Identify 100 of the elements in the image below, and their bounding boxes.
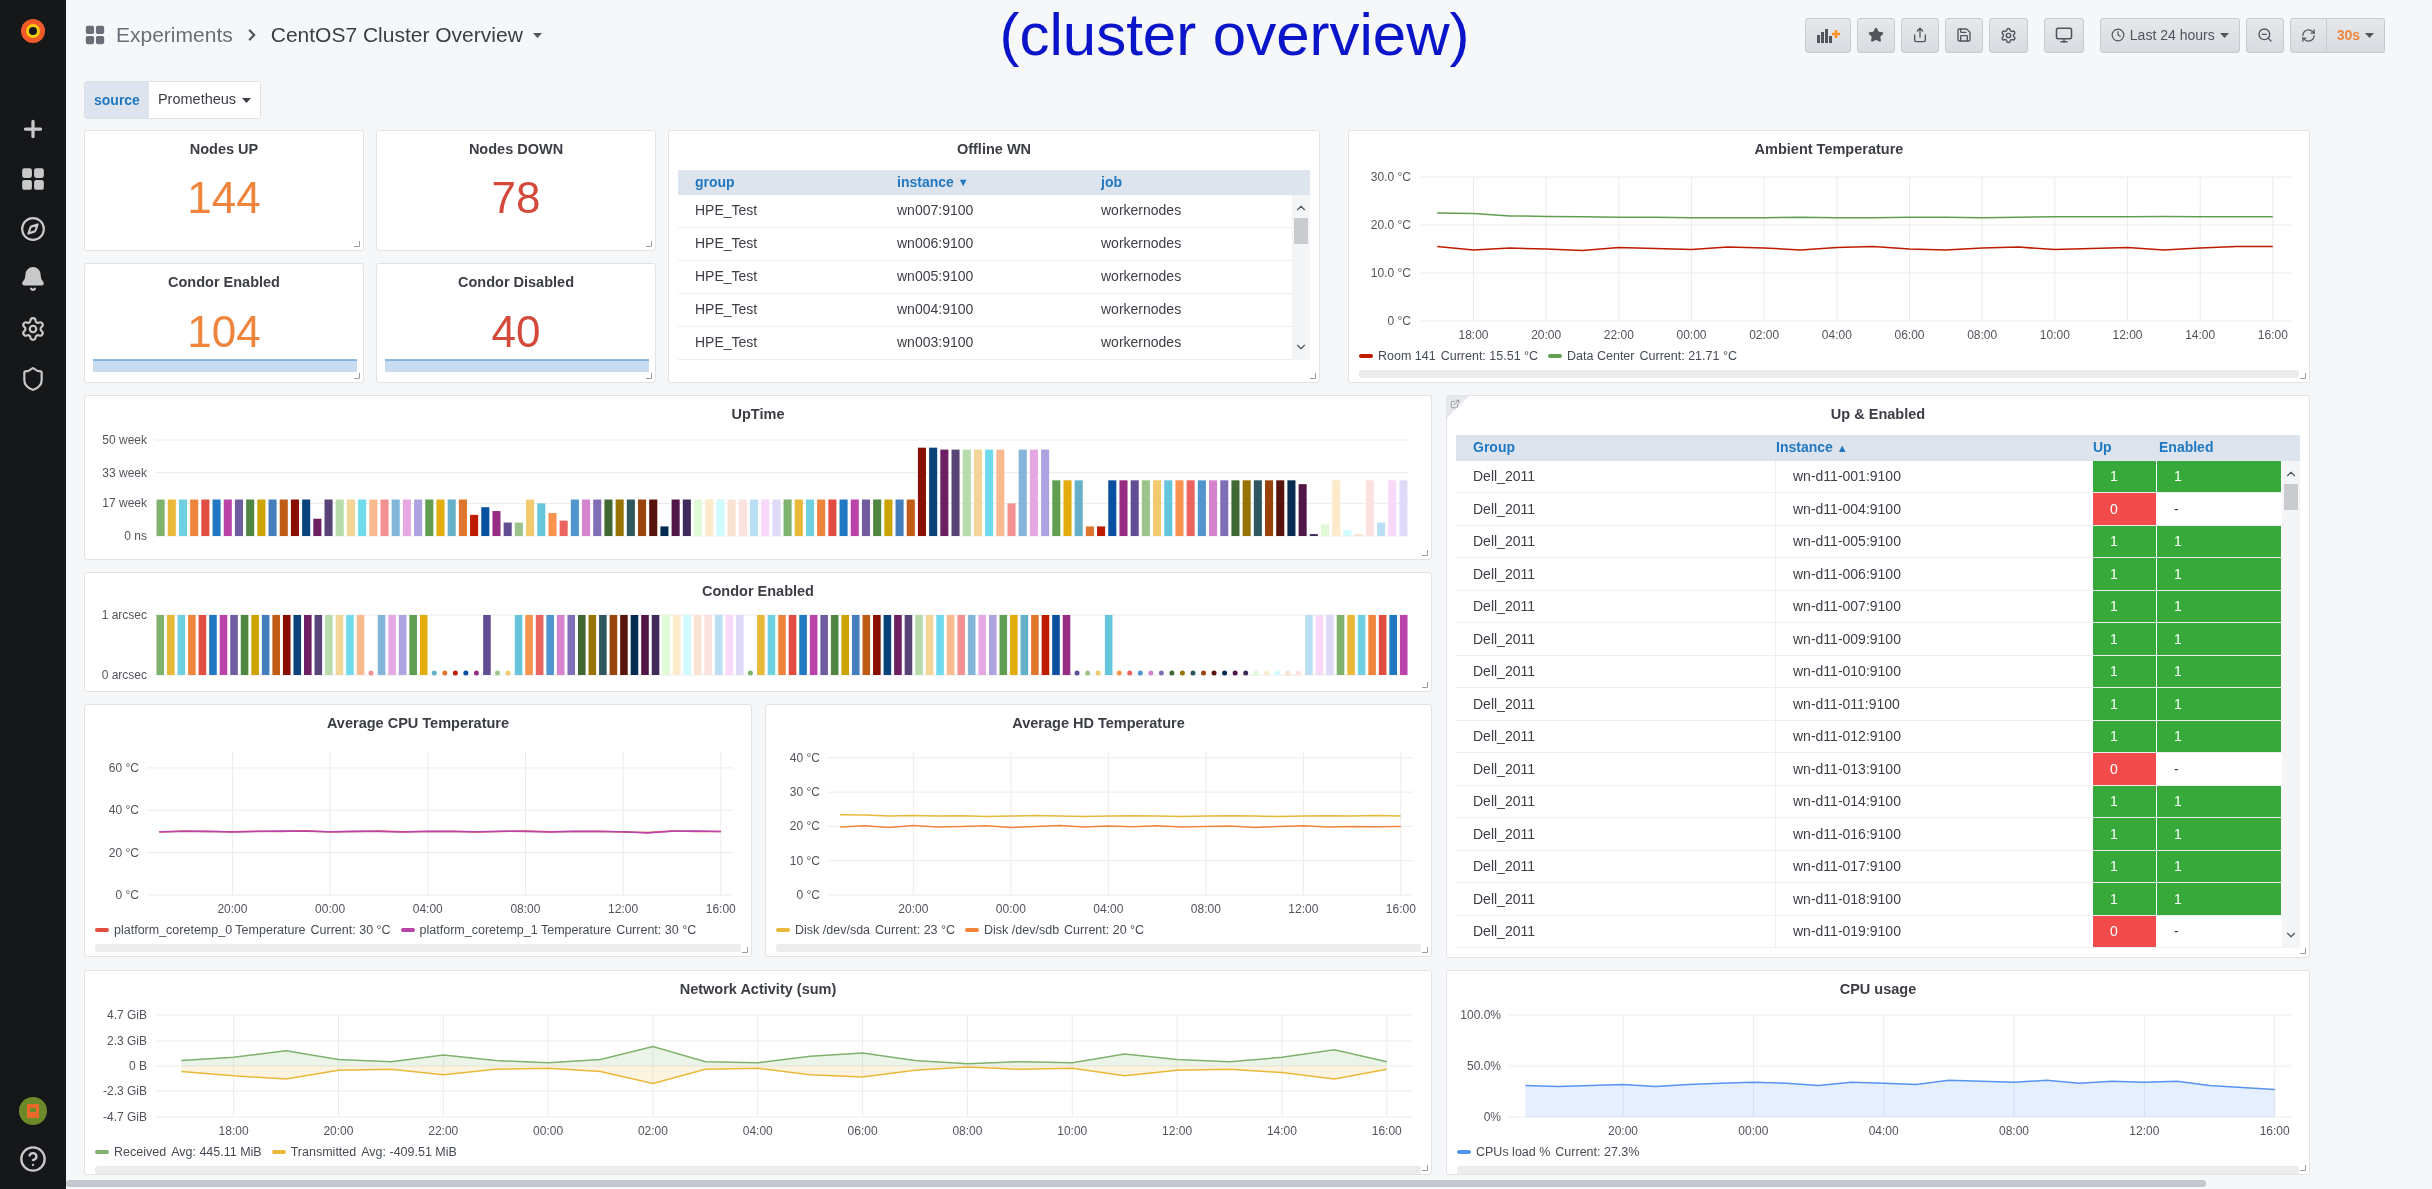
axis-label: 12:00 bbox=[2129, 1123, 2160, 1138]
table-cell-text: HPE_Test bbox=[695, 267, 759, 287]
axis-label: 0 arcsec bbox=[101, 667, 147, 682]
axis-label: 18:00 bbox=[1458, 327, 1489, 342]
table-cell-text: wn-d11-016:9100 bbox=[1792, 824, 1902, 844]
table-cell-text: HPE_Test bbox=[695, 201, 759, 221]
table-cell-text: wn003:9100 bbox=[897, 333, 975, 353]
axis-label: 02:00 bbox=[637, 1123, 668, 1138]
axis-label: 20:00 bbox=[1531, 327, 1562, 342]
axis-label: -4.7 GiB bbox=[103, 1109, 147, 1124]
axis-label: 20:00 bbox=[217, 901, 248, 916]
status-cell: 1 bbox=[2157, 720, 2281, 753]
table-cell-text: wn-d11-007:9100 bbox=[1792, 597, 1902, 616]
axis-label: 18:00 bbox=[218, 1123, 249, 1138]
axis-label: 1 arcsec bbox=[101, 607, 147, 622]
table-cell: Dell_2011 bbox=[1456, 883, 1776, 915]
table-cell-text: wn-d11-001:9100 bbox=[1792, 467, 1902, 486]
table-cell-text: HPE_Test bbox=[695, 333, 759, 353]
table-cell: Dell_2011 bbox=[1456, 460, 1776, 493]
status-cell: 1 bbox=[2157, 558, 2281, 590]
axis-label: 08:00 bbox=[510, 901, 541, 916]
legend-value: Current: 20 °C bbox=[1064, 921, 1145, 939]
table-cell: Dell_2011 bbox=[1456, 558, 1776, 590]
axis-label: 02:00 bbox=[1749, 327, 1780, 342]
table-cell-text: wn005:9100 bbox=[897, 267, 975, 287]
axis-label: 20 °C bbox=[108, 845, 139, 860]
table-cell: Dell_2011 bbox=[1456, 493, 1776, 525]
axis-label: 0 B bbox=[129, 1058, 147, 1073]
axis-label: 0 °C bbox=[796, 887, 820, 902]
table-cell: Dell_2011 bbox=[1456, 850, 1776, 883]
table-cell-text: wn-d11-018:9100 bbox=[1792, 889, 1902, 909]
variable-label: source bbox=[85, 82, 149, 118]
axis-label: 00:00 bbox=[995, 901, 1026, 916]
legend-value: Current: 30 °C bbox=[310, 921, 391, 939]
axis-label: 12:00 bbox=[608, 901, 639, 916]
axis-label: 14:00 bbox=[2185, 327, 2216, 342]
table-cell-text: wn007:9100 bbox=[897, 201, 975, 221]
table-cell-text: wn-d11-014:9100 bbox=[1792, 792, 1902, 811]
status-cell: 1 bbox=[2093, 688, 2156, 720]
axis-label: 08:00 bbox=[952, 1123, 983, 1138]
axis-label: 50.0% bbox=[1466, 1058, 1501, 1073]
axis-label: 50 week bbox=[102, 432, 147, 447]
axis-label: 60 °C bbox=[108, 760, 139, 775]
table-cell: Dell_2011 bbox=[1456, 720, 1776, 753]
axis-label: 10 °C bbox=[789, 853, 820, 868]
axis-label: 40 °C bbox=[108, 803, 139, 818]
table-cell-text: wn-d11-004:9100 bbox=[1792, 499, 1902, 519]
axis-label: 20:00 bbox=[1608, 1123, 1639, 1138]
caption: (cluster overview) bbox=[999, 5, 1470, 65]
axis-label: 16:00 bbox=[1371, 1123, 1402, 1138]
axis-label: 0% bbox=[1483, 1109, 1501, 1124]
axis-label: 04:00 bbox=[1821, 327, 1852, 342]
table-cell-text: wn-d11-005:9100 bbox=[1792, 532, 1902, 551]
legend-value: Current: 15.51 °C bbox=[1440, 347, 1539, 365]
legend-value: Current: 30 °C bbox=[616, 921, 697, 939]
status-cell: 1 bbox=[2093, 525, 2156, 558]
table-cell-text: wn-d11-019:9100 bbox=[1792, 922, 1902, 941]
axis-label: 08:00 bbox=[1967, 327, 1998, 342]
status-cell: 0 bbox=[2093, 753, 2156, 785]
axis-label: 40 °C bbox=[789, 750, 820, 765]
axis-label: 0 ns bbox=[124, 528, 147, 543]
axis-label: -2.3 GiB bbox=[103, 1083, 147, 1098]
status-cell: 1 bbox=[2157, 785, 2281, 818]
stat-value: 104 bbox=[187, 310, 261, 354]
axis-label: 06:00 bbox=[847, 1123, 878, 1138]
status-cell: 0 bbox=[2093, 915, 2156, 948]
status-cell: 1 bbox=[2157, 590, 2281, 623]
axis-label: 00:00 bbox=[1676, 327, 1707, 342]
axis-label: 08:00 bbox=[1999, 1123, 2030, 1138]
axis-label: 16:00 bbox=[2257, 327, 2288, 342]
axis-label: 14:00 bbox=[1266, 1123, 1297, 1138]
status-cell: 1 bbox=[2093, 883, 2156, 915]
table-cell: Dell_2011 bbox=[1456, 688, 1776, 720]
table-cell: Dell_2011 bbox=[1456, 785, 1776, 818]
table-cell-text: wn004:9100 bbox=[897, 300, 975, 320]
axis-label: 20 °C bbox=[789, 819, 820, 834]
table-cell-text: wn-d11-011:9100 bbox=[1792, 694, 1901, 714]
table-cell-text: wn006:9100 bbox=[897, 234, 975, 254]
axis-label: 30 °C bbox=[789, 784, 820, 799]
status-cell: 1 bbox=[2157, 883, 2281, 915]
axis-label: 04:00 bbox=[1868, 1123, 1899, 1138]
legend-value: Current: 23 °C bbox=[875, 921, 956, 939]
table-cell-text: wn-d11-013:9100 bbox=[1792, 759, 1902, 779]
axis-label: 16:00 bbox=[1385, 901, 1416, 916]
table-cell-text: workernodes bbox=[1101, 333, 1183, 353]
status-cell-text: - bbox=[2173, 922, 2180, 941]
table-cell: Dell_2011 bbox=[1456, 753, 1776, 785]
table-cell-text: wn-d11-009:9100 bbox=[1792, 629, 1902, 649]
status-cell: 0 bbox=[2093, 493, 2156, 525]
table-cell-text: wn-d11-010:9100 bbox=[1792, 662, 1902, 681]
axis-label: 12:00 bbox=[1288, 901, 1319, 916]
table-cell: Dell_2011 bbox=[1456, 818, 1776, 850]
table-cell: Dell_2011 bbox=[1456, 590, 1776, 623]
table-cell: Dell_2011 bbox=[1456, 915, 1776, 948]
status-cell: 1 bbox=[2093, 460, 2156, 493]
status-cell: 1 bbox=[2157, 850, 2281, 883]
status-cell: 1 bbox=[2157, 525, 2281, 558]
legend-value: Current: 27.3% bbox=[1555, 1143, 1640, 1161]
axis-label: 20:00 bbox=[323, 1123, 354, 1138]
status-cell-text: - bbox=[2173, 759, 2180, 779]
